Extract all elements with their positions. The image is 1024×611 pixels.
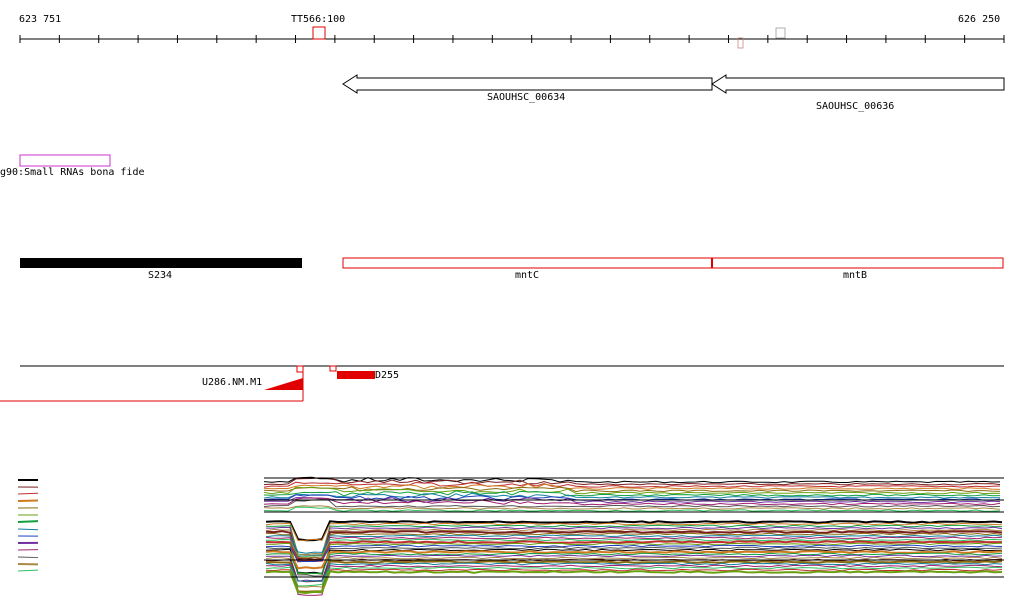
profile-stub [17,499,39,502]
feature-mntb[interactable] [711,257,1004,269]
profile-line [265,570,1003,595]
profile-stub [17,528,39,531]
profile-stub [17,569,39,572]
utr-left-small-box [296,365,304,373]
genome-browser-canvas [0,26,1005,596]
ruler-marker-box[interactable] [312,26,326,40]
gene-arrow-left[interactable] [342,74,713,94]
ruler-small-box [775,27,786,39]
utr-right-block[interactable] [337,371,375,379]
profile-stub [17,492,39,495]
feature-mntc[interactable] [342,257,713,269]
feature-s234[interactable] [20,258,302,268]
small-rna-feature[interactable] [19,154,111,167]
ruler [19,35,1005,43]
gene-arrow-right[interactable] [711,74,1005,94]
profile-stub [17,520,39,523]
profile-line [263,483,1001,490]
expression-profile-track [17,476,1004,596]
profile-stub [17,556,39,559]
utr-right-small-box [329,365,337,372]
utr-left-wedge[interactable] [264,378,303,390]
